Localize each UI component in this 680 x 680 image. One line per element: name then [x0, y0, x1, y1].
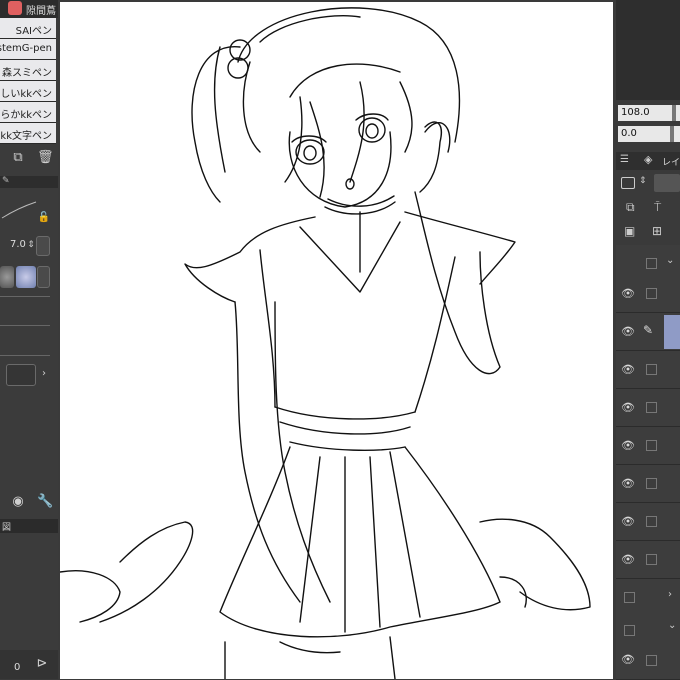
color-swatch-main[interactable]	[0, 266, 14, 288]
tool-property-header: ✎	[0, 176, 58, 188]
eye-icon[interactable]: 👁	[621, 515, 635, 529]
next-icon[interactable]: ⊳	[34, 656, 50, 672]
menu-icon[interactable]: ☰	[620, 154, 629, 165]
layer-checkbox[interactable]	[646, 478, 657, 489]
tab-layer[interactable]: レイ	[662, 155, 680, 168]
chevron-right-icon[interactable]: ›	[36, 366, 52, 382]
size-menu-button[interactable]	[36, 236, 50, 256]
brush-item-1[interactable]: SAIペン	[0, 18, 56, 39]
layer-row[interactable]: 👁	[616, 275, 680, 313]
opacity-slider[interactable]: 108.0	[618, 105, 680, 121]
brush-item-label: らかkkペン	[0, 110, 52, 121]
trash-icon[interactable]: 🗑	[37, 150, 54, 166]
layer-checkbox[interactable]	[646, 554, 657, 565]
layer-row[interactable]: 👁	[616, 541, 680, 579]
right-top-dark	[616, 0, 680, 100]
swatch-menu-button[interactable]	[37, 266, 50, 288]
brush-item-6[interactable]: kk文字ペン	[0, 123, 56, 144]
wrench-icon[interactable]: 🔧	[37, 494, 53, 510]
drawing-canvas[interactable]	[60, 2, 613, 679]
bottom-toolbar: 0 ⊳	[0, 650, 58, 679]
divider-2	[0, 325, 50, 326]
lineart-illustration	[60, 7, 591, 679]
brush-header-icon	[8, 1, 22, 15]
eye-icon[interactable]: 👁	[621, 325, 635, 339]
layer-tabs: ☰ ◈ レイ	[616, 152, 680, 170]
brush-header-label: 隙間蔦	[26, 6, 56, 17]
eye-icon[interactable]: 👁	[621, 287, 635, 301]
lock-icon[interactable]: 🔓	[36, 210, 52, 226]
new-layer-icon[interactable]: ⊞	[652, 224, 662, 238]
square-icon[interactable]	[621, 177, 635, 189]
layer-checkbox[interactable]	[646, 364, 657, 375]
brush-item-label: kk文字ペン	[0, 131, 52, 142]
layer-row-active[interactable]: 👁 ✎	[616, 313, 680, 351]
layer-checkbox[interactable]	[624, 625, 635, 636]
pen-icon: ✎	[2, 176, 10, 186]
play-icon[interactable]: ◉	[10, 494, 26, 510]
brush-item-label: stemG-pen	[0, 43, 52, 54]
layer-checkbox[interactable]	[646, 655, 657, 666]
brush-item-label: 森スミペン	[2, 68, 52, 79]
stepper-icon[interactable]: ⇕	[639, 176, 647, 186]
copy-icon[interactable]: ⧉	[10, 150, 26, 166]
chevron-down-icon[interactable]: ⌄	[668, 620, 676, 631]
layers-icon[interactable]: ◈	[644, 153, 652, 166]
layer-tool-row-1: ⇕	[616, 172, 680, 196]
layer-checkbox[interactable]	[646, 402, 657, 413]
brush-header: 隙間蔦	[0, 0, 58, 18]
lower-panel-label: 図	[2, 523, 12, 533]
eye-icon[interactable]: 👁	[621, 439, 635, 453]
layer-row[interactable]: 👁	[616, 645, 680, 680]
eye-icon[interactable]: 👁	[621, 401, 635, 415]
chevron-down-icon[interactable]: ⌄	[666, 255, 674, 266]
counter-value: 0	[14, 662, 21, 673]
blend-mode-box[interactable]	[654, 174, 680, 192]
eye-icon[interactable]: 👁	[621, 363, 635, 377]
brush-item-4[interactable]: しいkkペン	[0, 81, 56, 102]
eye-icon[interactable]: 👁	[621, 553, 635, 567]
second-slider[interactable]: 0.0	[618, 126, 680, 142]
layer-checkbox[interactable]	[646, 258, 657, 269]
opacity-value: 108.0	[621, 107, 650, 118]
lower-panel-header: 図	[0, 519, 58, 533]
transfer-icon[interactable]: ⍑	[654, 200, 661, 215]
layer-row[interactable]: 👁	[616, 389, 680, 427]
layer-checkbox[interactable]	[646, 288, 657, 299]
option-box[interactable]	[6, 364, 36, 386]
brush-item-label: SAIペン	[15, 26, 52, 37]
layer-row[interactable]: 👁	[616, 503, 680, 541]
pen-icon: ✎	[643, 323, 654, 337]
active-layer-thumb[interactable]	[664, 315, 680, 349]
eye-icon[interactable]: 👁	[621, 653, 635, 667]
divider-1	[0, 296, 50, 297]
stroke-curve	[1, 201, 37, 219]
layer-row[interactable]: 👁	[616, 465, 680, 503]
second-value: 0.0	[621, 128, 637, 139]
layer-checkbox[interactable]	[646, 516, 657, 527]
brush-item-2[interactable]: stemG-pen	[0, 39, 56, 60]
left-panel: 隙間蔦 SAIペン stemG-pen 森スミペン しいkkペン らかkkペン …	[0, 0, 58, 679]
brush-item-label: しいkkペン	[0, 89, 52, 100]
brush-item-3[interactable]: 森スミペン	[0, 60, 56, 81]
opacity-handle[interactable]	[672, 105, 676, 121]
layer-row[interactable]: 👁	[616, 427, 680, 465]
second-handle[interactable]	[670, 126, 674, 142]
layer-checkbox[interactable]	[624, 592, 635, 603]
layer-checkbox[interactable]	[646, 440, 657, 451]
layer-row[interactable]: 👁	[616, 351, 680, 389]
divider-3	[0, 355, 50, 356]
brush-item-5[interactable]: らかkkペン	[0, 102, 56, 123]
copy-layer-icon[interactable]: ⧉	[626, 200, 635, 215]
eye-icon[interactable]: 👁	[621, 477, 635, 491]
layer-tool-row-2: ⧉ ⍑	[616, 198, 680, 222]
color-swatch-sub[interactable]	[16, 266, 36, 288]
layer-tool-row-3: ▣ ⊞	[616, 222, 680, 244]
mask-icon[interactable]: ▣	[624, 224, 635, 238]
chevron-right-icon[interactable]: ›	[668, 589, 672, 600]
